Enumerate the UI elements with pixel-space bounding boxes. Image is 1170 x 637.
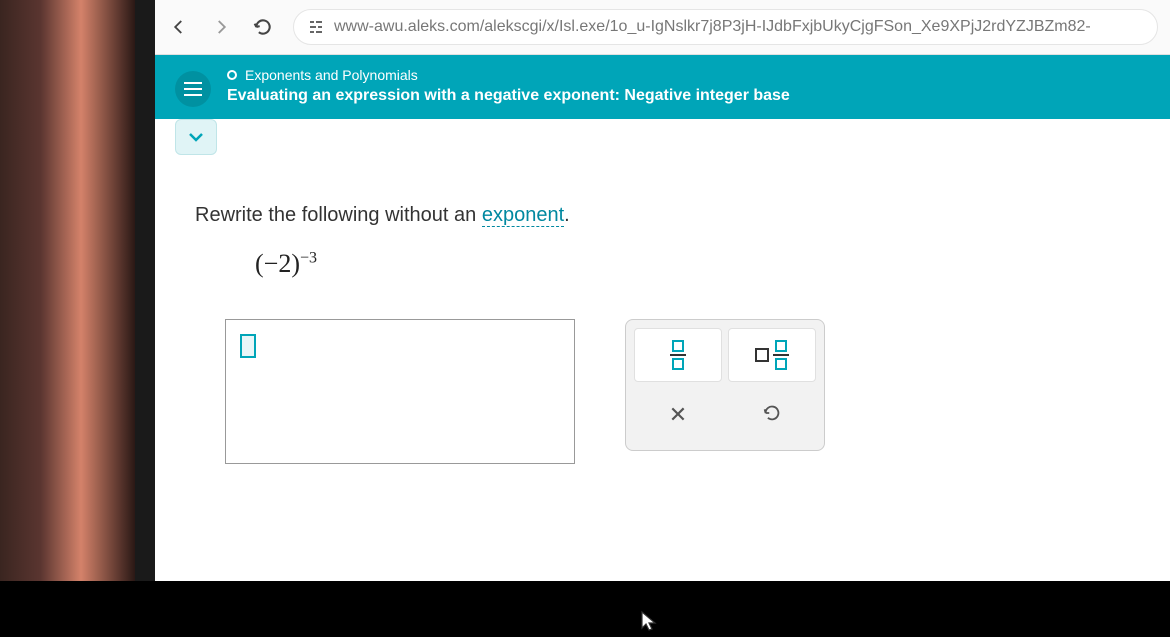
clear-button[interactable]: ✕ [634,388,722,442]
undo-button[interactable] [728,388,816,442]
fraction-tool-button[interactable] [634,328,722,382]
prompt-suffix: . [564,204,570,226]
url-text: www-awu.aleks.com/alekscgi/x/Isl.exe/1o_… [334,18,1143,36]
menu-button[interactable] [175,71,211,107]
address-bar[interactable]: www-awu.aleks.com/alekscgi/x/Isl.exe/1o_… [293,9,1158,45]
category-line: Exponents and Polynomials [227,67,1150,83]
lesson-title: Evaluating an expression with a negative… [227,87,1150,105]
browser-window: www-awu.aleks.com/alekscgi/x/Isl.exe/1o_… [155,0,1170,581]
expression-exponent: −3 [300,249,317,266]
mouse-cursor-icon [640,610,658,637]
mixed-number-icon [755,340,789,370]
monitor-bezel [0,0,135,581]
exponent-link[interactable]: exponent [482,204,564,227]
workspace: ✕ [225,319,1130,464]
topic-header: Exponents and Polynomials Evaluating an … [155,55,1170,119]
category-label: Exponents and Polynomials [245,67,418,83]
clear-icon: ✕ [669,402,687,428]
browser-toolbar: www-awu.aleks.com/alekscgi/x/Isl.exe/1o_… [155,0,1170,55]
reload-button[interactable] [251,15,275,39]
forward-button[interactable] [209,15,233,39]
screen-edge [135,0,155,581]
progress-dot-icon [227,70,237,80]
prompt-prefix: Rewrite the following without an [195,204,482,226]
answer-input[interactable] [225,319,575,464]
math-tool-panel: ✕ [625,319,825,451]
back-button[interactable] [167,15,191,39]
page-content: Exponents and Polynomials Evaluating an … [155,55,1170,581]
undo-icon [761,402,783,429]
expand-panel-button[interactable] [175,119,217,155]
question-area: Rewrite the following without an exponen… [155,119,1170,484]
topic-text: Exponents and Polynomials Evaluating an … [227,67,1150,105]
mixed-number-tool-button[interactable] [728,328,816,382]
site-settings-icon[interactable] [308,19,324,35]
expression-base: (−2) [255,249,300,278]
question-prompt: Rewrite the following without an exponen… [195,204,1130,227]
input-cursor [240,334,256,358]
math-expression: (−2)−3 [255,249,1130,279]
fraction-icon [670,340,686,370]
